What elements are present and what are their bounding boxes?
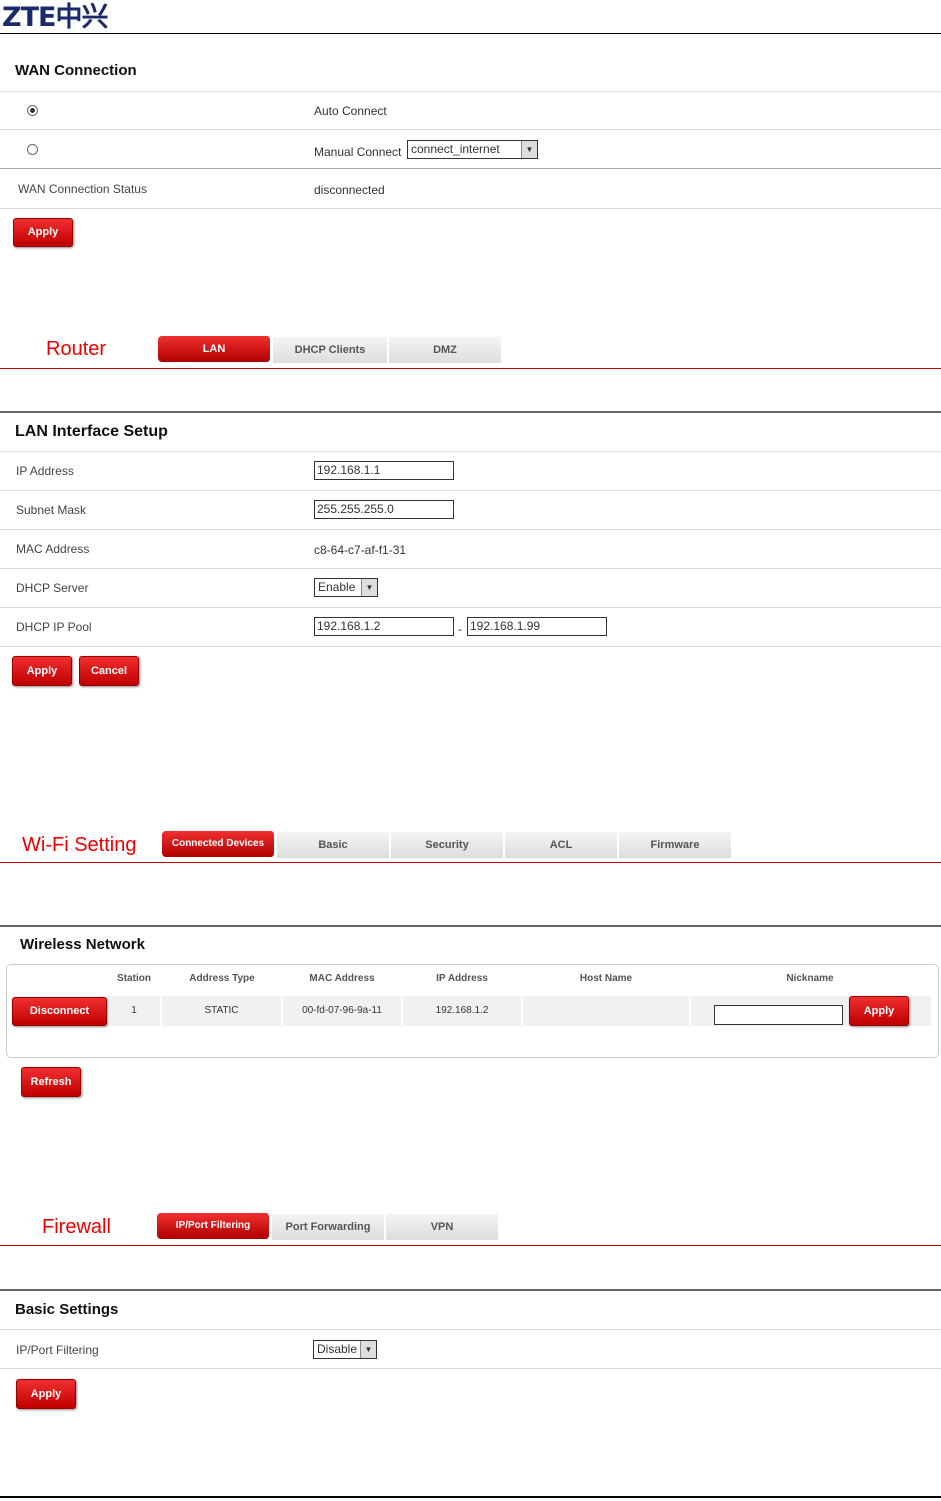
- tab-basic[interactable]: Basic: [277, 832, 390, 858]
- divider: [0, 925, 941, 927]
- tab-firmware[interactable]: Firmware: [619, 832, 732, 858]
- header-divider: [0, 33, 941, 34]
- divider: [0, 451, 941, 452]
- host-name-cell: [523, 996, 689, 1026]
- ip-address-label: IP Address: [16, 464, 74, 478]
- wan-apply-button[interactable]: Apply: [13, 218, 73, 247]
- footer-divider: [0, 1496, 941, 1498]
- refresh-button[interactable]: Refresh: [21, 1067, 81, 1097]
- tab-acl[interactable]: ACL: [505, 832, 618, 858]
- dhcp-pool-start-input[interactable]: 192.168.1.2: [314, 617, 454, 636]
- mac-address-label: MAC Address: [16, 542, 90, 556]
- mac-address-value: c8-64-c7-af-f1-31: [314, 543, 407, 557]
- dhcp-pool-separator: -: [458, 622, 462, 636]
- wireless-network-title: Wireless Network: [20, 936, 145, 953]
- router-heading: Router: [46, 338, 107, 360]
- basic-settings-title: Basic Settings: [15, 1301, 119, 1318]
- ip-address-input[interactable]: 192.168.1.1: [314, 461, 454, 480]
- tab-dmz[interactable]: DMZ: [389, 337, 502, 363]
- tab-vpn[interactable]: VPN: [386, 1214, 499, 1240]
- lan-cancel-button[interactable]: Cancel: [79, 656, 139, 686]
- tab-security[interactable]: Security: [391, 832, 504, 858]
- auto-connect-label: Auto Connect: [314, 104, 387, 118]
- tab-lan[interactable]: LAN: [158, 336, 271, 362]
- wifi-heading: Wi-Fi Setting: [22, 834, 137, 856]
- column-header-host-name: Host Name: [579, 973, 633, 984]
- tab-connected-devices[interactable]: Connected Devices: [162, 831, 275, 857]
- wan-status-label: WAN Connection Status: [18, 182, 147, 196]
- divider: [0, 529, 941, 530]
- manual-connect-select[interactable]: connect_internet ▼: [407, 140, 538, 159]
- column-header-ip-address: IP Address: [436, 973, 488, 984]
- column-header-nickname: Nickname: [786, 973, 834, 984]
- chevron-down-icon: ▼: [361, 579, 377, 596]
- ip-port-filtering-select[interactable]: Disable ▼: [313, 1340, 377, 1359]
- divider: [0, 490, 941, 491]
- ip-port-filtering-select-value: Disable: [317, 1342, 358, 1356]
- chevron-down-icon: ▼: [521, 141, 537, 158]
- manual-connect-radio[interactable]: [27, 144, 38, 155]
- divider: [0, 129, 941, 130]
- wan-status-value: disconnected: [314, 183, 385, 197]
- dhcp-server-select-value: Enable: [318, 580, 356, 594]
- divider: [0, 1368, 941, 1369]
- chevron-down-icon: ▼: [360, 1341, 376, 1358]
- ip-address-cell: 192.168.1.2: [403, 996, 521, 1026]
- zte-logo: ZTE中兴: [2, 2, 108, 33]
- divider: [0, 646, 941, 647]
- tab-port-forwarding[interactable]: Port Forwarding: [272, 1214, 385, 1240]
- address-type-cell: STATIC: [162, 996, 281, 1026]
- station-cell: 1: [108, 996, 160, 1026]
- divider: [0, 1289, 941, 1291]
- divider: [0, 168, 941, 169]
- nickname-apply-button[interactable]: Apply: [849, 996, 909, 1026]
- divider: [0, 208, 941, 209]
- lan-title: LAN Interface Setup: [15, 423, 168, 440]
- column-header-address-type: Address Type: [189, 973, 255, 984]
- auto-connect-radio[interactable]: [27, 105, 38, 116]
- lan-apply-button[interactable]: Apply: [12, 656, 72, 686]
- divider: [0, 1329, 941, 1330]
- subnet-mask-label: Subnet Mask: [16, 503, 87, 517]
- dhcp-server-select[interactable]: Enable ▼: [314, 578, 378, 597]
- firewall-divider: [0, 1245, 941, 1246]
- dhcp-pool-label: DHCP IP Pool: [16, 620, 92, 634]
- column-header-mac-address: MAC Address: [309, 973, 375, 984]
- divider: [0, 568, 941, 569]
- mac-address-cell: 00-fd-07-96-9a-11: [283, 996, 401, 1026]
- divider: [0, 411, 941, 413]
- firewall-apply-button[interactable]: Apply: [16, 1379, 76, 1409]
- manual-connect-select-value: connect_internet: [411, 142, 500, 156]
- manual-connect-label: Manual Connect: [314, 145, 402, 159]
- ip-port-filtering-label: IP/Port Filtering: [16, 1343, 99, 1357]
- dhcp-server-label: DHCP Server: [16, 581, 89, 595]
- wifi-divider: [0, 862, 941, 863]
- dhcp-pool-end-input[interactable]: 192.168.1.99: [467, 617, 607, 636]
- nickname-input[interactable]: [714, 1005, 843, 1025]
- wan-title: WAN Connection: [15, 62, 137, 79]
- divider: [0, 91, 941, 92]
- tab-ip-port-filtering[interactable]: IP/Port Filtering: [157, 1213, 270, 1239]
- divider: [0, 607, 941, 608]
- subnet-mask-input[interactable]: 255.255.255.0: [314, 500, 454, 519]
- firewall-heading: Firewall: [42, 1216, 111, 1238]
- tab-dhcp-clients[interactable]: DHCP Clients: [273, 337, 388, 363]
- disconnect-button[interactable]: Disconnect: [12, 997, 107, 1026]
- router-divider: [0, 368, 941, 369]
- column-header-station: Station: [117, 973, 151, 984]
